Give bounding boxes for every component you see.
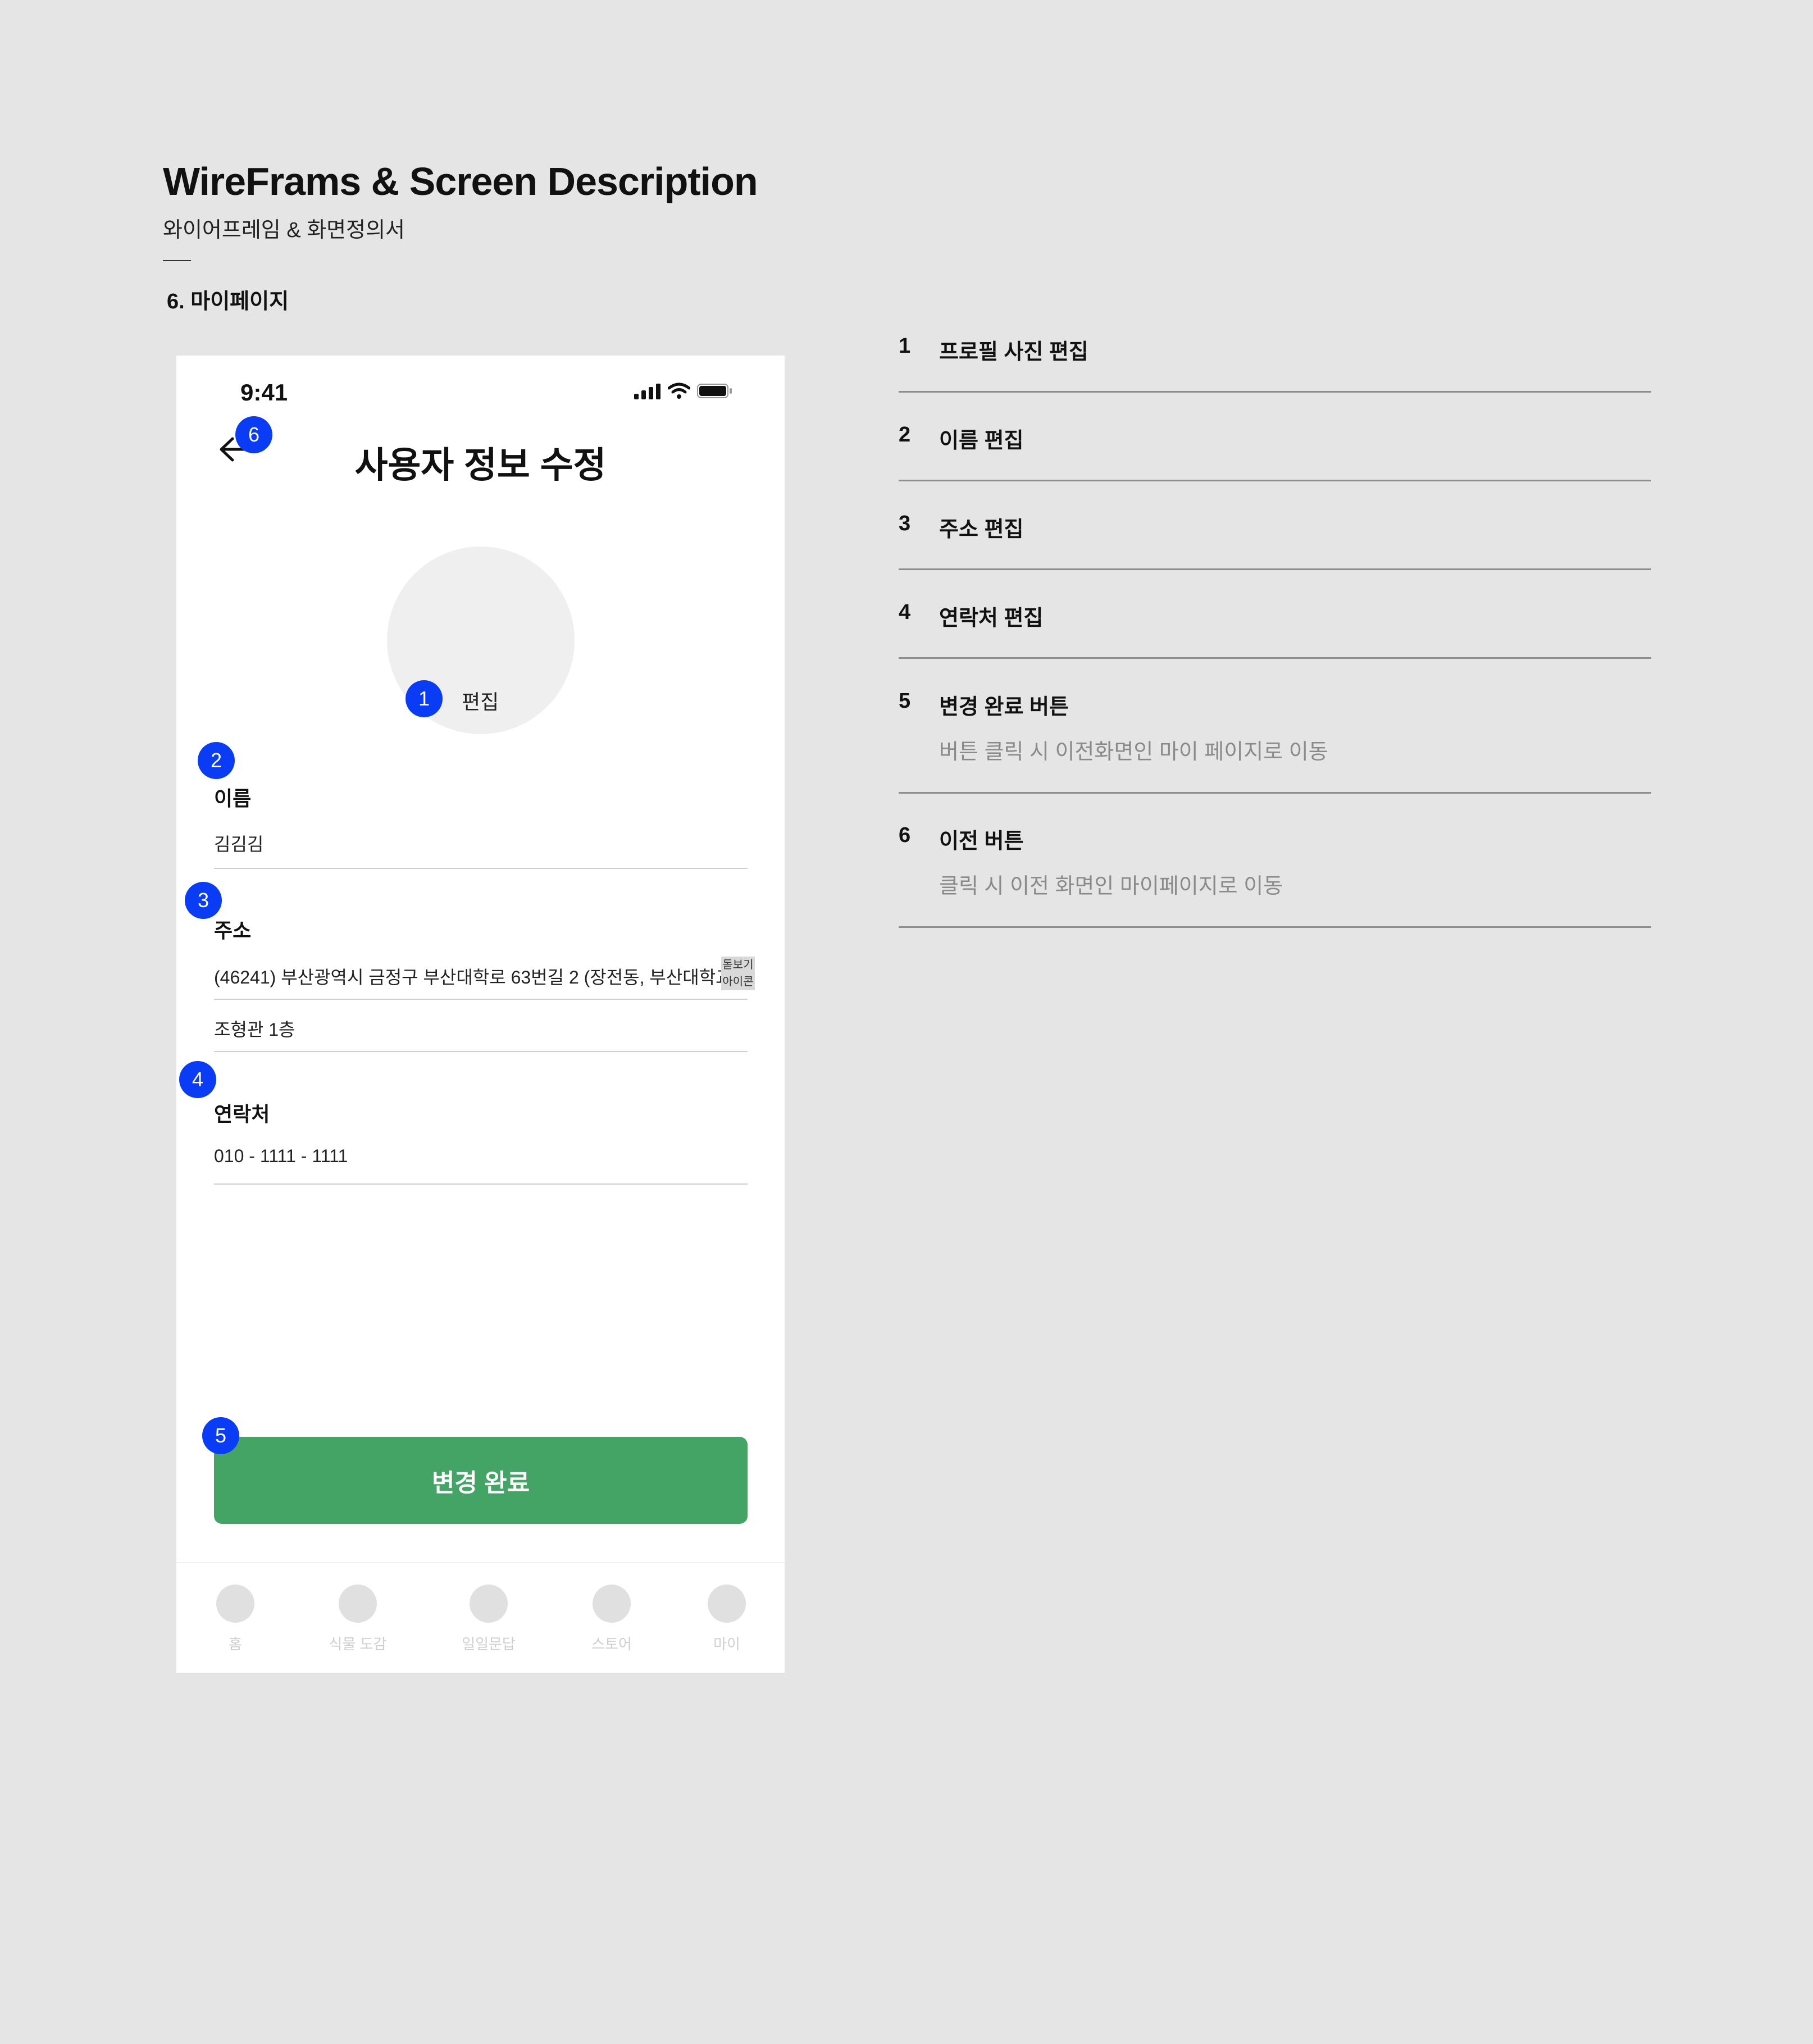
signal-icon [634, 384, 660, 399]
description-detail: 클릭 시 이전 화면인 마이페이지로 이동 [939, 875, 1283, 898]
tab-label: 마이 [713, 1636, 740, 1653]
annotation-badge-1: 1 [406, 680, 443, 717]
contact-input[interactable]: 010 - 1111 - 1111 [214, 1146, 348, 1167]
avatar-edit-button[interactable]: 편집 [462, 686, 499, 715]
tab-home[interactable]: 홈 [185, 1585, 286, 1654]
contact-label: 연락처 [214, 1103, 270, 1126]
page-title: WireFrams & Screen Description [163, 160, 758, 203]
submit-button[interactable]: 변경 완료 [214, 1437, 748, 1524]
description-divider [899, 568, 1651, 570]
tab-label: 식물 도감 [329, 1636, 387, 1653]
my-icon [708, 1585, 746, 1623]
tab-label: 홈 [229, 1636, 242, 1653]
store-icon [593, 1585, 631, 1623]
daily-qa-icon [470, 1585, 508, 1623]
description-divider [899, 792, 1651, 794]
description-title: 이전 버튼 [939, 830, 1024, 853]
address-input[interactable]: (46241) 부산광역시 금정구 부산대학로 63번길 2 (장전동, 부산대… [214, 963, 722, 989]
plant-book-icon [339, 1585, 377, 1623]
description-divider [899, 480, 1651, 481]
annotation-badge-4: 4 [179, 1061, 216, 1098]
description-title: 변경 완료 버튼 [939, 695, 1069, 719]
name-underline [214, 868, 748, 869]
contact-underline [214, 1183, 748, 1185]
annotation-badge-3: 3 [185, 882, 222, 919]
battery-icon [697, 384, 732, 398]
address-detail-underline [214, 1051, 748, 1052]
tab-plant-book[interactable]: 식물 도감 [307, 1585, 408, 1654]
annotation-badge-2: 2 [198, 742, 235, 779]
tab-store[interactable]: 스토어 [561, 1585, 662, 1654]
home-icon [216, 1585, 254, 1623]
section-label: 6. 마이페이지 [167, 290, 289, 313]
screen-title: 사용자 정보 수정 [354, 445, 607, 485]
tab-bar-divider [176, 1562, 785, 1563]
status-time: 9:41 [240, 379, 288, 406]
tab-my[interactable]: 마이 [676, 1585, 777, 1654]
description-number: 3 [899, 512, 911, 535]
description-title: 프로필 사진 편집 [939, 340, 1088, 364]
address-detail-input[interactable]: 조형관 1층 [214, 1016, 295, 1041]
description-divider [899, 926, 1651, 928]
description-title: 이름 편집 [939, 429, 1024, 453]
search-icon[interactable]: 돋보기 아이콘 [721, 957, 755, 990]
page-subtitle: 와이어프레임 & 화면정의서 [163, 218, 406, 242]
description-divider [899, 391, 1651, 393]
annotation-badge-5: 5 [202, 1417, 239, 1454]
tab-label: 일일문답 [462, 1636, 516, 1653]
description-number: 5 [899, 689, 911, 713]
description-divider [899, 657, 1651, 659]
title-divider [163, 260, 191, 261]
phone-wireframe: 9:41 6 사용자 정보 수정 1 편집 2 이름 김김김 3 주소 (462… [176, 356, 785, 1673]
address-underline [214, 999, 748, 1000]
name-label: 이름 [214, 787, 252, 810]
wifi-icon [668, 383, 690, 399]
description-number: 1 [899, 334, 911, 358]
description-title: 주소 편집 [939, 518, 1024, 541]
tab-label: 스토어 [591, 1636, 632, 1653]
description-number: 2 [899, 423, 911, 447]
tab-daily-qa[interactable]: 일일문답 [438, 1585, 539, 1654]
description-number: 6 [899, 823, 911, 847]
description-number: 4 [899, 600, 911, 624]
address-label: 주소 [214, 919, 252, 942]
description-detail: 버튼 클릭 시 이전화면인 마이 페이지로 이동 [939, 740, 1328, 764]
status-icons [634, 383, 733, 399]
description-title: 연락처 편집 [939, 607, 1044, 630]
name-input[interactable]: 김김김 [214, 830, 263, 856]
